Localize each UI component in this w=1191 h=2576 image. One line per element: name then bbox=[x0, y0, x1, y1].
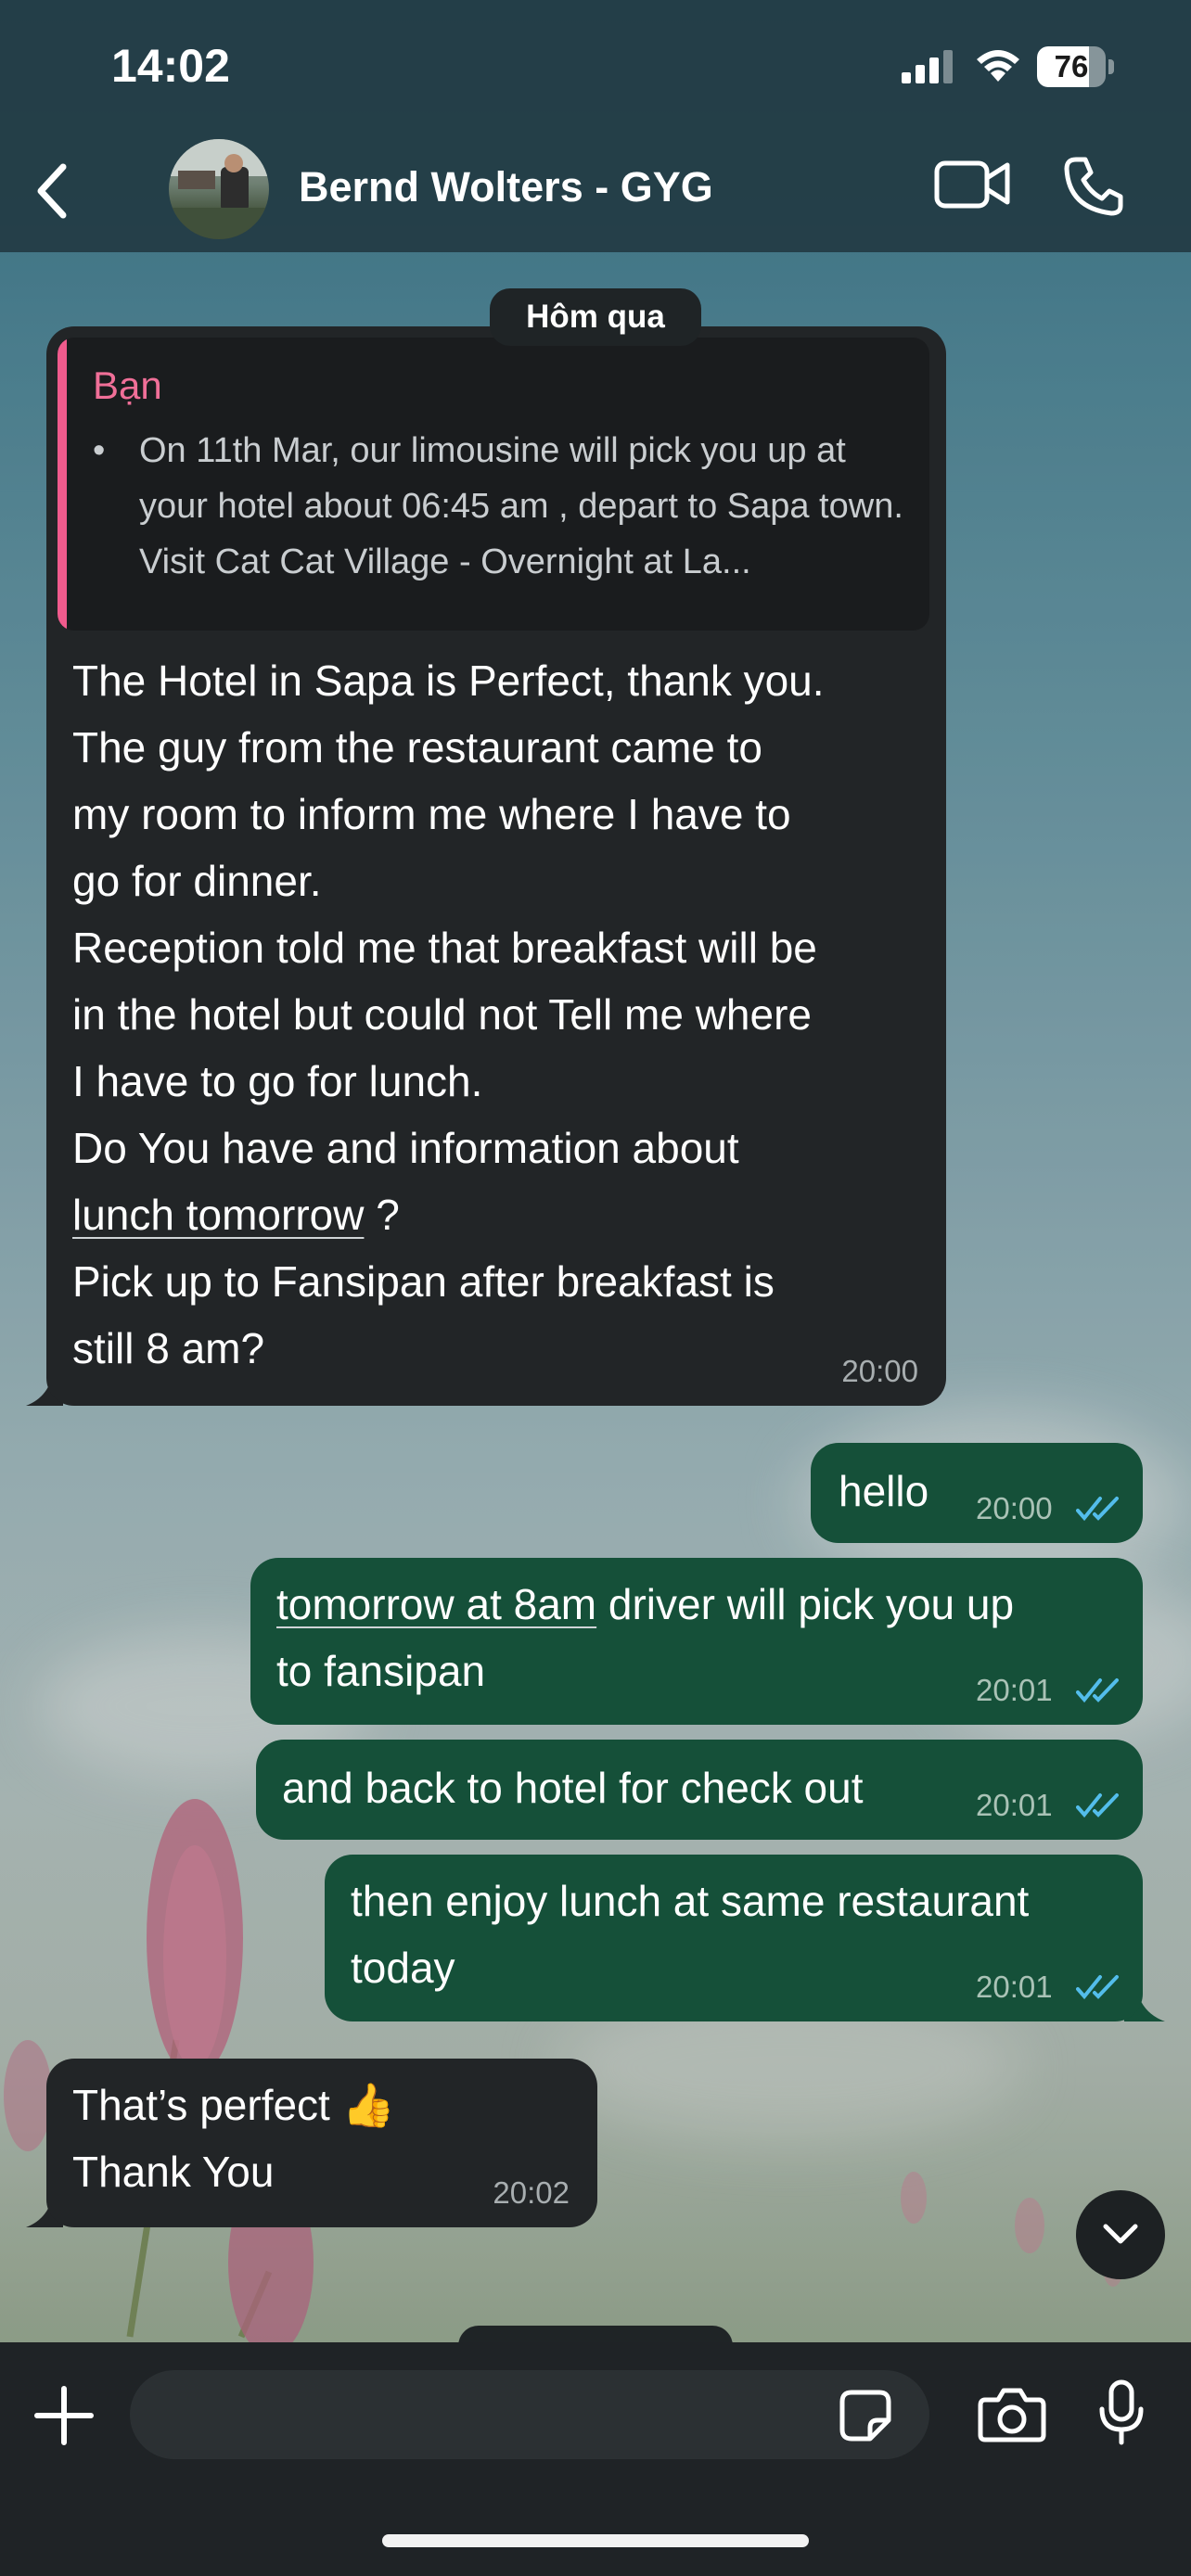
voice-message-button[interactable] bbox=[1098, 2379, 1145, 2450]
date-separator: Hôm qua bbox=[490, 288, 701, 346]
microphone-icon bbox=[1099, 2379, 1144, 2445]
plus-icon bbox=[34, 2386, 94, 2445]
message-input[interactable] bbox=[130, 2370, 929, 2459]
quoted-sender: Bạn bbox=[93, 363, 162, 407]
message-text: hello bbox=[839, 1467, 929, 1515]
message-bubble-incoming[interactable]: That’s perfect 👍 Thank You 20:02 bbox=[46, 2059, 597, 2227]
read-receipt-icon bbox=[1076, 1793, 1119, 1818]
message-timestamp: 20:01 bbox=[976, 1970, 1053, 2004]
message-bubble-outgoing[interactable]: hello 20:00 bbox=[811, 1443, 1143, 1543]
voice-call-button[interactable] bbox=[1063, 156, 1124, 221]
quoted-text: On 11th Mar, our limousine will pick you… bbox=[139, 431, 903, 581]
camera-button[interactable] bbox=[978, 2387, 1046, 2446]
message-bubble-incoming[interactable]: Bạn • On 11th Mar, our limousine will pi… bbox=[46, 326, 946, 1406]
message-timestamp: 20:01 bbox=[976, 1673, 1053, 1707]
quote-bullet: • bbox=[93, 431, 106, 470]
battery-level: 76 bbox=[1054, 49, 1089, 83]
phone-icon bbox=[1064, 157, 1123, 216]
battery-indicator: 76 bbox=[1037, 46, 1114, 87]
read-receipt-icon bbox=[1076, 1678, 1119, 1703]
video-camera-icon bbox=[934, 160, 1010, 209]
attach-button[interactable] bbox=[33, 2385, 95, 2450]
message-bubble-outgoing[interactable]: tomorrow at 8am driver will pick you up … bbox=[250, 1558, 1143, 1725]
scroll-to-bottom-button[interactable] bbox=[1076, 2190, 1165, 2279]
message-link[interactable]: tomorrow at 8am bbox=[276, 1580, 596, 1628]
message-link[interactable]: lunch tomorrow bbox=[72, 1191, 364, 1239]
status-time: 14:02 bbox=[111, 40, 230, 92]
message-timestamp: 20:00 bbox=[841, 1354, 918, 1388]
video-call-button[interactable] bbox=[933, 156, 1011, 215]
contact-avatar[interactable] bbox=[169, 139, 269, 239]
sticker-icon bbox=[839, 2390, 891, 2442]
camera-icon bbox=[978, 2388, 1046, 2442]
message-bubble-outgoing[interactable]: and back to hotel for check out 20:01 bbox=[256, 1740, 1143, 1840]
back-button[interactable] bbox=[24, 148, 80, 234]
message-timestamp: 20:02 bbox=[493, 2175, 570, 2210]
quoted-reply[interactable]: Bạn • On 11th Mar, our limousine will pi… bbox=[58, 338, 929, 631]
message-text: and back to hotel for check out bbox=[282, 1764, 864, 1812]
sticker-button[interactable] bbox=[839, 2389, 892, 2446]
wifi-icon bbox=[977, 50, 1019, 82]
avatar-photo bbox=[169, 139, 269, 239]
message-timestamp: 20:00 bbox=[976, 1491, 1053, 1525]
status-bar: 14:02 76 bbox=[0, 0, 1191, 139]
home-indicator[interactable] bbox=[382, 2534, 809, 2547]
chevron-left-icon bbox=[37, 163, 67, 219]
message-bubble-outgoing[interactable]: then enjoy lunch at same restaurant toda… bbox=[325, 1855, 1143, 2021]
read-receipt-icon bbox=[1076, 1975, 1119, 2000]
message-timestamp: 20:01 bbox=[976, 1788, 1053, 1822]
contact-name[interactable]: Bernd Wolters - GYG bbox=[299, 163, 713, 211]
read-receipt-icon bbox=[1076, 1497, 1119, 1522]
chevron-down-icon bbox=[1103, 2224, 1138, 2244]
message-text: The Hotel in Sapa is Perfect, thank you.… bbox=[72, 657, 825, 1372]
cellular-signal-icon bbox=[902, 50, 953, 83]
